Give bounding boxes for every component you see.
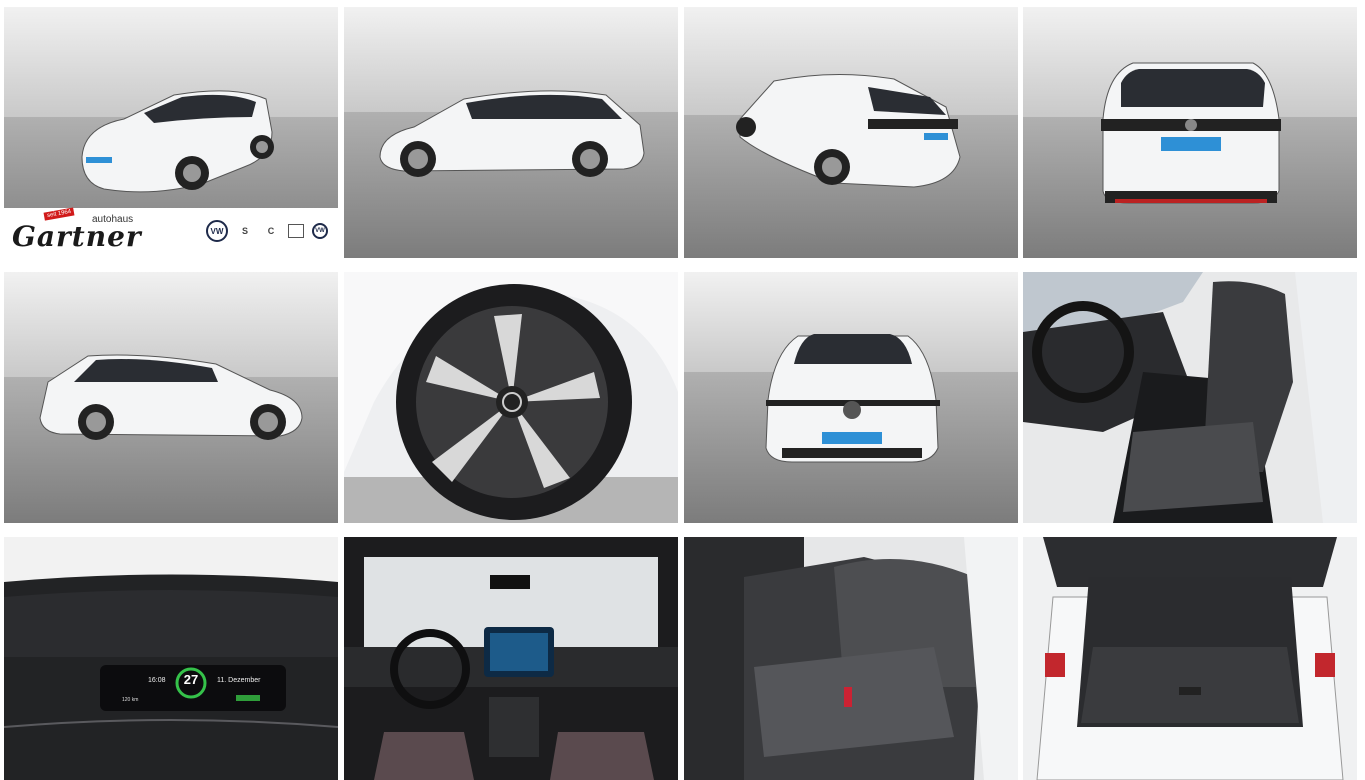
- rear-seats-interior-icon: [684, 537, 1018, 780]
- cupra-logo-icon: C: [267, 226, 275, 236]
- car-rear-icon: [1023, 7, 1357, 258]
- dealer-logo: Gartner: [12, 220, 142, 253]
- gallery-tile-rear[interactable]: [1023, 7, 1357, 258]
- cluster-date: 11. Dezember: [217, 677, 261, 684]
- dealer-badge: seit 1964: [43, 207, 75, 221]
- car-front-icon: [684, 272, 1018, 523]
- gallery-tile-side-right[interactable]: [4, 272, 338, 523]
- gallery-tile-rear-seats[interactable]: [684, 537, 1018, 780]
- car-side-left-icon: [344, 7, 678, 258]
- wheel-closeup-icon: [344, 272, 678, 523]
- gallery-tile-side-left[interactable]: [344, 7, 678, 258]
- car-side-right-icon: [4, 272, 338, 523]
- cluster-time: 16:08: [148, 677, 166, 684]
- gallery-tile-wheel[interactable]: [344, 272, 678, 523]
- brand-logos: VW S C VW: [206, 220, 328, 242]
- gallery-tile-front-three-quarter[interactable]: seit 1964 autohaus Gartner VW S C VW: [4, 7, 338, 258]
- gallery-tile-dashboard[interactable]: [344, 537, 678, 780]
- gallery-tile-trunk[interactable]: [1023, 537, 1357, 780]
- gallery-tile-front[interactable]: [684, 272, 1018, 523]
- dealer-banner: seit 1964 autohaus Gartner VW S C VW: [4, 207, 338, 258]
- gallery-tile-rear-three-quarter[interactable]: [684, 7, 1018, 258]
- vw-service-logo-icon: VW: [312, 223, 328, 239]
- gallery-tile-front-seats[interactable]: [1023, 272, 1357, 523]
- seat-logo-icon: S: [241, 226, 248, 236]
- photo-gallery: seit 1964 autohaus Gartner VW S C VW 16:…: [0, 0, 1365, 780]
- vw-logo-icon: VW: [206, 220, 228, 242]
- front-seats-interior-icon: [1023, 272, 1357, 523]
- cluster-soc: 27: [183, 672, 199, 687]
- dashboard-interior-icon: [344, 537, 678, 780]
- trunk-interior-icon: [1023, 537, 1357, 780]
- service-logo-icon: [288, 224, 304, 238]
- cluster-range: 120 km: [122, 697, 139, 703]
- car-rear-three-quarter-icon: [684, 7, 1018, 258]
- gallery-tile-instrument-cluster[interactable]: 16:08 27 11. Dezember 120 km: [4, 537, 338, 780]
- instrument-cluster-icon: [4, 537, 338, 780]
